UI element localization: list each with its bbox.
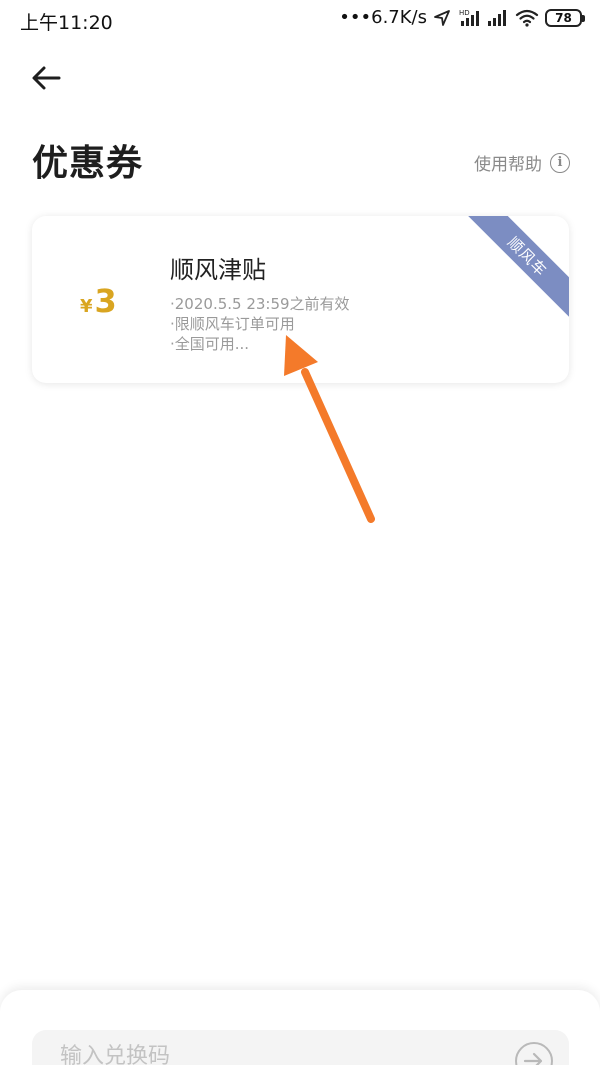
network-speed: •••6.7K/s [339,7,427,28]
coupon-title: 顺风津贴 [170,256,266,284]
coupon-amount: ¥ 3 [80,282,117,320]
coupon-validity: ·2020.5.5 23:59之前有效 [170,295,350,313]
coupon-card[interactable]: ¥ 3 顺风津贴 ·2020.5.5 23:59之前有效 ·限顺风车订单可用 ·… [32,216,569,383]
coupon-region: ·全国可用... [170,335,250,353]
ribbon-label: 顺风车 [504,233,551,280]
location-icon [433,9,451,27]
coupon-restriction: ·限顺风车订单可用 [170,315,295,333]
signal-hd-icon: HD [457,8,481,28]
battery-icon: 78 [545,8,585,27]
info-icon: i [550,152,570,173]
status-time: 上午11:20 [20,12,113,34]
arrow-left-icon [32,66,61,90]
redeem-code-input[interactable] [60,1044,480,1065]
coupon-type-ribbon: 顺风车 [465,216,569,319]
signal-icon [487,9,509,27]
back-button[interactable] [28,60,64,96]
status-bar: 上午11:20 •••6.7K/s HD 78 [0,0,600,38]
page-title: 优惠券 [32,143,144,184]
svg-text:HD: HD [459,9,470,17]
help-link[interactable]: 使用帮助 i [474,150,570,175]
help-label: 使用帮助 [474,155,542,175]
redeem-sheet [0,990,600,1065]
arrow-right-circle-icon [523,1052,543,1065]
coupon-currency: ¥ [80,296,93,317]
wifi-icon [515,9,539,27]
redeem-box [32,1030,569,1065]
redeem-submit-button[interactable] [515,1042,553,1065]
status-indicators: •••6.7K/s HD 78 [339,7,585,28]
coupon-value: 3 [94,282,117,320]
coupon-details: ·2020.5.5 23:59之前有效 ·限顺风车订单可用 ·全国可用... [170,294,350,354]
